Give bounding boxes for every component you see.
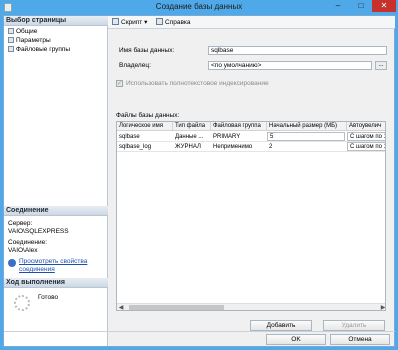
progress-header: Ход выполнения bbox=[4, 278, 108, 288]
ok-button[interactable]: OK bbox=[266, 334, 326, 345]
connection-header: Соединение bbox=[4, 206, 108, 216]
cell-logical-name[interactable]: sqlbase_log bbox=[117, 142, 173, 152]
db-name-input[interactable]: sqlbase bbox=[208, 46, 387, 55]
page-item-label: Файловые группы bbox=[16, 46, 71, 53]
page-item-filegroups[interactable]: Файловые группы bbox=[8, 46, 70, 54]
dialog-client: Выбор страницы Общие Параметры Файловые … bbox=[3, 15, 395, 347]
scrollbar-thumb[interactable] bbox=[129, 305, 224, 310]
dialog-window: Создание базы данных – □ ✕ Выбор страниц… bbox=[0, 0, 398, 350]
grid-header: Логическое имя Тип файла Файловая группа… bbox=[117, 122, 385, 131]
cell-file-type[interactable]: Данные ... bbox=[173, 132, 211, 142]
cancel-button[interactable]: Отмена bbox=[330, 334, 390, 345]
connection-properties-icon bbox=[8, 259, 16, 267]
help-label: Справка bbox=[165, 19, 191, 26]
page-item-general[interactable]: Общие bbox=[8, 28, 37, 36]
footer-divider bbox=[4, 331, 395, 332]
page-icon bbox=[8, 46, 14, 52]
table-row[interactable]: sqlbase Данные ... PRIMARY 5 С шагом по … bbox=[117, 132, 385, 142]
progress-spinner-icon bbox=[14, 295, 30, 311]
owner-label: Владелец: bbox=[119, 62, 151, 69]
cell-file-type[interactable]: ЖУРНАЛ bbox=[173, 142, 211, 152]
minimize-button[interactable]: – bbox=[327, 0, 349, 12]
fulltext-label: Использовать полнотекстовое индексирован… bbox=[126, 80, 269, 87]
db-files-label: Файлы базы данных: bbox=[116, 112, 180, 119]
server-value: VAIO\SQLEXPRESS bbox=[8, 228, 69, 235]
server-label: Сервер: bbox=[8, 220, 33, 227]
page-item-options[interactable]: Параметры bbox=[8, 37, 51, 45]
maximize-button[interactable]: □ bbox=[350, 0, 372, 12]
page-icon bbox=[8, 37, 14, 43]
left-pane: Выбор страницы Общие Параметры Файловые … bbox=[4, 16, 108, 346]
connection-value: VAIO\Alex bbox=[8, 247, 38, 254]
page-item-label: Общие bbox=[16, 28, 38, 35]
column-header[interactable]: Автоувелич bbox=[347, 122, 385, 131]
cell-filegroup[interactable]: PRIMARY bbox=[211, 132, 267, 142]
right-pane: Скрипт ▾ Справка Имя базы данных: sqlbas… bbox=[108, 16, 395, 346]
cell-filegroup[interactable]: Неприменимо bbox=[211, 142, 267, 152]
cell-logical-name[interactable]: sqlbase bbox=[117, 132, 173, 142]
title-bar: Создание базы данных – □ ✕ bbox=[0, 0, 398, 15]
column-header[interactable]: Файловая группа bbox=[211, 122, 267, 131]
connection-label: Соединение: bbox=[8, 239, 48, 246]
cell-initial-size[interactable]: 5 bbox=[267, 132, 345, 141]
fulltext-checkbox[interactable]: ✓ bbox=[116, 80, 123, 87]
cell-autogrowth[interactable]: С шагом по 1 bbox=[347, 142, 385, 151]
table-row[interactable]: sqlbase_log ЖУРНАЛ Неприменимо 2 С шагом… bbox=[117, 142, 385, 152]
help-button[interactable]: Справка bbox=[156, 18, 191, 27]
select-page-header: Выбор страницы bbox=[4, 16, 108, 26]
db-name-label: Имя базы данных: bbox=[119, 47, 175, 54]
scroll-right-icon[interactable]: ▶ bbox=[379, 304, 385, 310]
help-icon bbox=[156, 18, 163, 25]
add-button[interactable]: Добавить bbox=[250, 320, 312, 331]
cell-autogrowth[interactable]: С шагом по 1 bbox=[347, 132, 385, 141]
page-item-label: Параметры bbox=[16, 37, 51, 44]
cell-initial-size[interactable]: 2 bbox=[267, 142, 345, 152]
script-label: Скрипт bbox=[121, 19, 143, 26]
script-button[interactable]: Скрипт ▾ bbox=[112, 18, 147, 27]
script-icon bbox=[112, 18, 119, 25]
db-files-grid: Логическое имя Тип файла Файловая группа… bbox=[116, 121, 386, 311]
column-header[interactable]: Логическое имя bbox=[117, 122, 173, 131]
owner-input[interactable]: <по умолчанию> bbox=[208, 61, 372, 70]
horizontal-scrollbar[interactable]: ◀ ▶ bbox=[117, 303, 385, 310]
remove-button[interactable]: Удалить bbox=[323, 320, 385, 331]
column-header[interactable]: Начальный размер (МБ) bbox=[267, 122, 347, 131]
close-button[interactable]: ✕ bbox=[372, 0, 396, 12]
page-icon bbox=[8, 28, 14, 34]
column-header[interactable]: Тип файла bbox=[173, 122, 211, 131]
view-connection-properties-link[interactable]: Просмотреть свойства соединения bbox=[19, 258, 101, 274]
scroll-left-icon[interactable]: ◀ bbox=[117, 304, 125, 310]
toolbar: Скрипт ▾ Справка bbox=[108, 16, 395, 29]
progress-status: Готово bbox=[38, 294, 59, 301]
owner-browse-button[interactable]: ... bbox=[375, 61, 387, 70]
